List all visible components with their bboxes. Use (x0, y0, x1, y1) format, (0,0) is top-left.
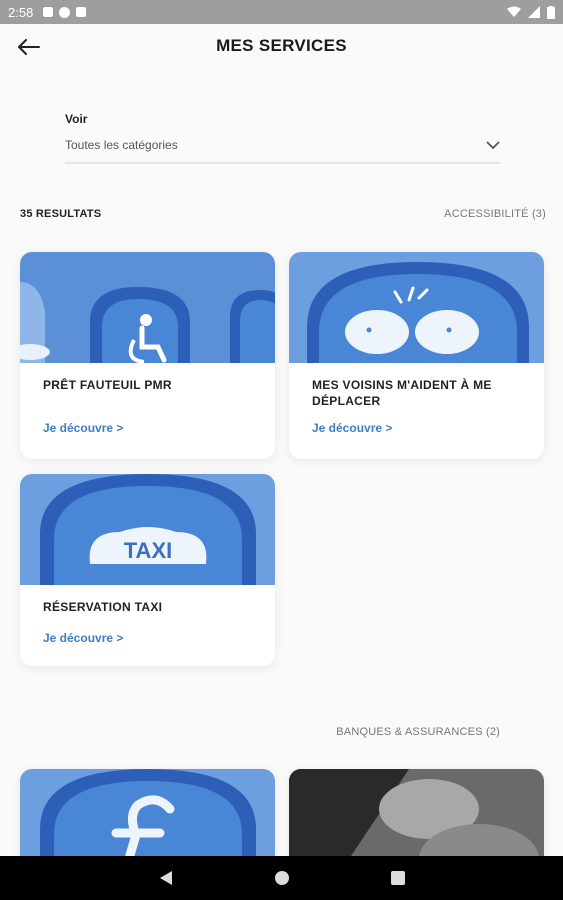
chevron-down-icon (486, 140, 500, 149)
service-card-voisins[interactable]: MES VOISINS M'AIDENT À ME DÉPLACER Je dé… (289, 252, 544, 459)
results-count: 35 RESULTATS (20, 208, 102, 220)
taxi-illustration: TAXI (20, 474, 275, 585)
arrow-left-icon (18, 39, 40, 55)
status-time: 2:58 (8, 4, 34, 20)
notification-icon (43, 7, 54, 17)
circle-home-icon (274, 871, 289, 885)
battery-icon (547, 5, 555, 19)
card-title: PRÊT FAUTEUIL PMR (43, 378, 172, 392)
taxi-sign-text: TAXI (124, 538, 172, 563)
category-select-value: Toutes les catégories (65, 138, 178, 152)
nav-recents-button[interactable] (388, 868, 408, 888)
results-header: 35 RESULTATS ACCESSIBILITÉ (3) (20, 208, 546, 220)
wifi-icon (507, 6, 521, 17)
signal-icon (528, 6, 540, 18)
square-recents-icon (390, 871, 405, 885)
app-bar: MES SERVICES (0, 24, 563, 68)
status-bar: 2:58 (0, 0, 563, 24)
card-title: MES VOISINS M'AIDENT À ME DÉPLACER (312, 378, 492, 408)
nav-back-button[interactable] (156, 868, 176, 888)
discover-link[interactable]: Je découvre > (312, 421, 392, 435)
filter-label: Voir (65, 112, 88, 126)
clouds-illustration (289, 252, 544, 363)
category-heading-accessibility: ACCESSIBILITÉ (3) (444, 208, 546, 220)
sd-card-icon (76, 7, 87, 17)
discover-link[interactable]: Je découvre > (43, 631, 123, 645)
card-image (289, 252, 544, 363)
discover-link[interactable]: Je découvre > (43, 421, 123, 435)
service-card-fauteuil[interactable]: PRÊT FAUTEUIL PMR Je découvre > (20, 252, 275, 459)
card-title: RÉSERVATION TAXI (43, 600, 163, 614)
app-notification-icon (59, 6, 71, 18)
card-image (20, 252, 275, 363)
service-card-taxi[interactable]: TAXI RÉSERVATION TAXI Je découvre > (20, 474, 275, 666)
page-title: MES SERVICES (216, 36, 347, 55)
back-button[interactable] (14, 32, 44, 62)
triangle-back-icon (159, 871, 172, 885)
wheelchair-illustration (20, 252, 275, 363)
card-image: TAXI (20, 474, 275, 585)
category-select[interactable]: Toutes les catégories (65, 136, 500, 164)
nav-home-button[interactable] (272, 868, 292, 888)
category-heading-banques: BANQUES & ASSURANCES (2) (336, 726, 500, 738)
category-filter: Voir Toutes les catégories (65, 112, 500, 164)
system-nav-bar (0, 856, 563, 900)
